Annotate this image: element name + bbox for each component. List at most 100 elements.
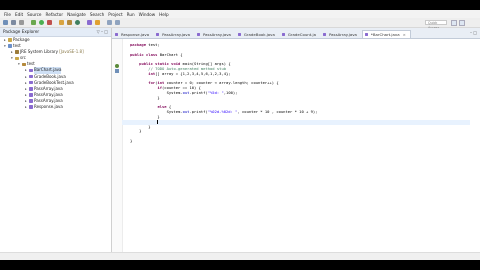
java-file-icon	[197, 32, 201, 37]
tree-item-text: PassArray.java	[34, 85, 63, 91]
new-package-icon[interactable]	[67, 19, 72, 25]
menu-item-edit[interactable]: Edit	[15, 12, 23, 17]
editor-tab-label: Response.java	[121, 32, 150, 37]
project-icon	[8, 44, 12, 48]
editor-tab[interactable]: *BarChart.java ×	[361, 30, 411, 38]
menu-item-source[interactable]: Source	[27, 12, 41, 17]
package-explorer-header: Package Explorer ▽ – □	[0, 28, 111, 37]
tree-item-text: src	[20, 55, 26, 61]
package-icon	[22, 62, 26, 67]
expand-toggle-icon[interactable]: ▸	[25, 104, 28, 110]
code-token: "%5d: "	[207, 89, 224, 95]
code-token: .printf(	[189, 89, 208, 95]
tree-item-text: GradeBook.java	[34, 73, 66, 79]
java-file-icon	[29, 87, 33, 91]
package-explorer-title[interactable]: Package Explorer	[3, 29, 39, 34]
editor-tab-label: GradeBook.java	[243, 32, 275, 37]
task-marker-icon	[115, 69, 119, 73]
tree-item-text: GradeBookTest.java	[34, 79, 74, 85]
external-tools-icon[interactable]	[47, 19, 52, 25]
status-bar	[0, 252, 480, 260]
menu-item-help[interactable]: Help	[159, 12, 169, 17]
java-file-icon	[29, 68, 33, 73]
forward-icon[interactable]	[115, 19, 120, 25]
debug-icon[interactable]	[31, 19, 36, 25]
menu-item-navigate[interactable]: Navigate	[67, 12, 86, 17]
eclipse-window: File Edit Source Refactor Navigate Search Proj…	[0, 10, 480, 260]
java-file-icon	[29, 74, 33, 79]
editor-tab[interactable]: Response.java	[113, 31, 153, 38]
editor-tab[interactable]: GradeBook.java	[236, 31, 279, 38]
editor-tab[interactable]: PassArray.java	[154, 31, 194, 38]
code-token: test;	[146, 42, 160, 47]
view-menu-controls[interactable]: ▽ – □	[97, 28, 108, 36]
java-file-icon	[364, 32, 369, 37]
tree-item-text: JRE System Library	[20, 49, 58, 55]
editor-window-controls[interactable]: – □	[470, 30, 477, 35]
editor-tab-label: GradeCount.ja	[287, 32, 316, 37]
close-tab-icon[interactable]: ×	[403, 32, 406, 37]
menu-item-file[interactable]: File	[4, 12, 11, 17]
quick-access-input[interactable]: Quick Access	[425, 19, 447, 30]
code-token: public class	[130, 51, 158, 57]
new-icon[interactable]	[3, 19, 8, 25]
override-marker-icon	[115, 64, 119, 68]
java-file-icon	[29, 99, 33, 103]
java-file-icon	[29, 93, 33, 97]
menu-item-window[interactable]: Window	[139, 12, 156, 17]
new-java-project-icon[interactable]	[59, 19, 64, 25]
java-file-icon	[237, 32, 242, 37]
java-file-icon	[156, 32, 160, 37]
code-token: [] array = {1,2,3,4,5,6,1,2,3,4};	[155, 70, 231, 76]
editor-tabs: Response.java PassArray.java PassArray.jav…	[112, 28, 480, 39]
project-tree: ▸ Package ▾ test ▸ JRE System Library [JavaSE…	[0, 37, 111, 110]
java-file-icon	[115, 32, 119, 37]
back-icon[interactable]	[107, 19, 112, 25]
code-token: .printf(	[189, 109, 208, 115]
editor-area: Response.java PassArray.java PassArray.jav…	[112, 28, 480, 260]
menu-item-search[interactable]: Search	[90, 12, 104, 17]
java-file-icon	[29, 105, 33, 109]
code-token: BarChart {	[157, 51, 183, 57]
save-icon[interactable]	[11, 19, 16, 25]
code-token: }	[130, 137, 133, 143]
editor-ruler	[112, 39, 123, 260]
print-icon[interactable]	[19, 19, 24, 25]
code-token: "%02d-%02d: "	[207, 109, 238, 115]
code-token: }	[130, 94, 160, 100]
tree-item-text: PassArray.java	[34, 97, 63, 103]
editor-tab[interactable]: PassArray.java	[195, 31, 235, 38]
java-perspective-icon[interactable]	[451, 19, 457, 26]
menu-bar: File Edit Source Refactor Navigate Search Proj…	[0, 10, 480, 18]
tree-item-text: Package	[13, 37, 30, 42]
source-code[interactable]: package test; public class BarChart { pub…	[122, 42, 470, 144]
menu-item-run[interactable]: Run	[127, 12, 135, 17]
menu-item-refactor[interactable]: Refactor	[46, 12, 64, 17]
tree-item-label: Response.java	[34, 104, 63, 110]
editor-tab[interactable]: PassArray.java	[321, 31, 361, 38]
new-class-icon[interactable]	[75, 19, 80, 25]
open-type-icon[interactable]	[87, 19, 92, 25]
code-token: , counter * 10 , counter * 10 + 9);	[237, 109, 318, 115]
tree-item[interactable]: ▸ Response.java	[0, 104, 111, 110]
code-token: ,100);	[223, 89, 238, 95]
editor-tab-label: PassArray.java	[162, 32, 190, 37]
tree-item-text: BarChart.java	[34, 67, 62, 73]
code-token: package	[130, 42, 147, 47]
package-explorer-panel: Package Explorer ▽ – □ ▸ Package ▾ test ▸ JRE…	[0, 28, 112, 260]
search-icon[interactable]	[95, 19, 100, 25]
code-line[interactable]: }	[130, 137, 470, 144]
menu-item-project[interactable]: Project	[108, 12, 122, 17]
editor-tab[interactable]: GradeCount.ja	[280, 31, 320, 38]
tree-item-text: test	[13, 43, 21, 49]
tree-item-text: Response.java	[34, 104, 63, 110]
code-editor[interactable]: package test; public class BarChart { pub…	[112, 39, 480, 260]
java-file-icon	[281, 32, 286, 37]
debug-perspective-icon[interactable]	[459, 19, 465, 26]
tree-item-suffix: [JavaSE-1.8]	[57, 49, 84, 55]
java-file-icon	[322, 32, 327, 37]
source-folder-icon	[15, 56, 19, 61]
code-token: }	[130, 128, 142, 134]
run-icon[interactable]	[39, 19, 44, 25]
